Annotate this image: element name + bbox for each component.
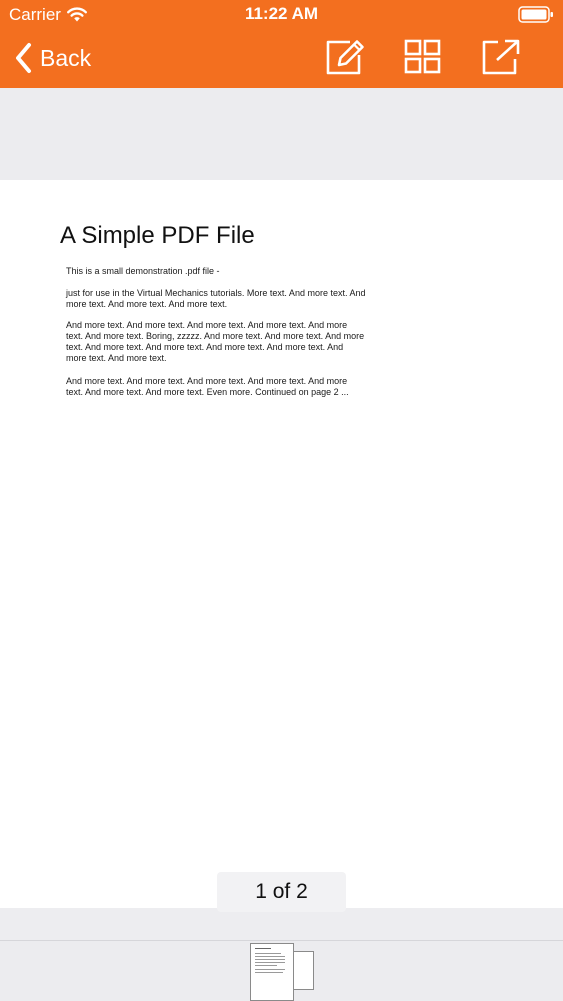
thumbnails-grid-button[interactable] bbox=[403, 38, 443, 76]
document-paragraph: This is a small demonstration .pdf file … bbox=[66, 266, 220, 276]
document-title: A Simple PDF File bbox=[60, 222, 255, 249]
document-paragraph: And more text. And more text. And more t… bbox=[66, 376, 349, 397]
page-indicator: 1 of 2 bbox=[217, 872, 346, 912]
back-label: Back bbox=[40, 45, 92, 71]
document-paragraph: And more text. And more text. And more t… bbox=[66, 320, 365, 363]
edit-icon bbox=[326, 40, 364, 75]
share-button[interactable] bbox=[481, 38, 521, 76]
page-thumbnail-1[interactable] bbox=[250, 943, 294, 1001]
page-thumbnail-2[interactable] bbox=[291, 951, 314, 990]
navigation-bar: Carrier 11:22 AM Back bbox=[0, 0, 563, 88]
chevron-left-icon bbox=[16, 43, 31, 73]
share-icon bbox=[482, 39, 520, 75]
thumbnail-strip bbox=[0, 940, 563, 1001]
document-margin bbox=[0, 88, 563, 180]
document-paragraph: just for use in the Virtual Mechanics tu… bbox=[66, 288, 366, 309]
status-bar: Carrier 11:22 AM bbox=[0, 0, 563, 30]
edit-button[interactable] bbox=[325, 38, 365, 76]
status-time: 11:22 AM bbox=[244, 4, 319, 23]
back-button[interactable]: Back bbox=[14, 40, 91, 76]
battery-icon bbox=[518, 6, 553, 23]
grid-icon bbox=[404, 39, 441, 74]
